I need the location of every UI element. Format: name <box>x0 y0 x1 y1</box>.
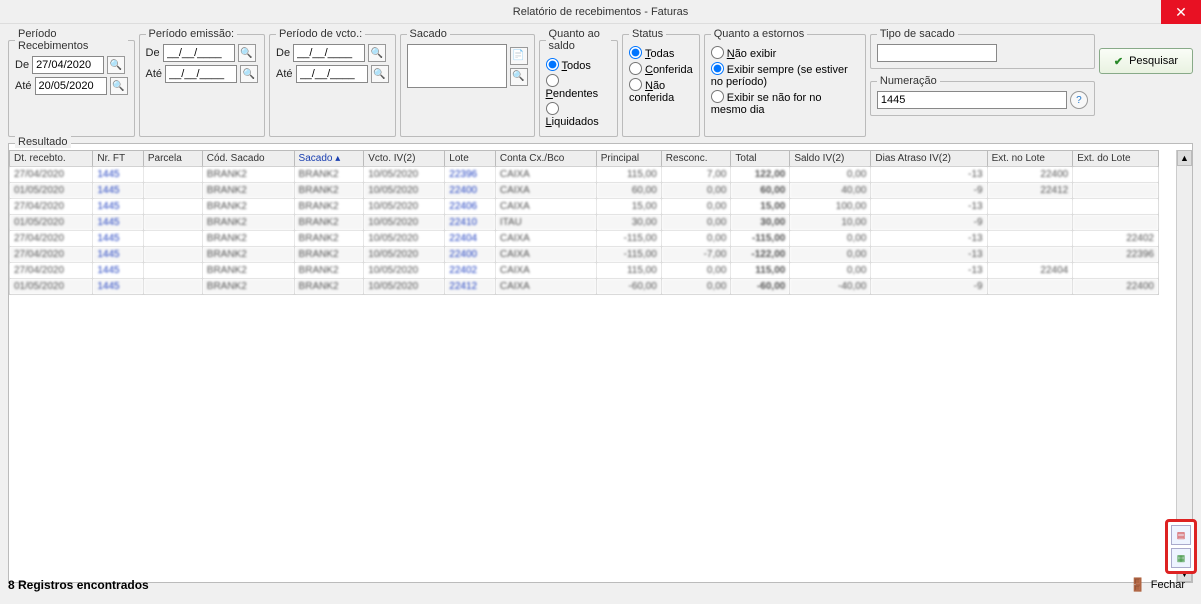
lookup-icon[interactable]: 🔍 <box>368 44 386 62</box>
table-row[interactable]: 27/04/20201445BRANK2BRANK210/05/20202240… <box>10 231 1159 247</box>
fieldset-sacado: Sacado 📄 🔍 <box>400 28 535 137</box>
col-header[interactable]: Nr. FT <box>93 151 144 167</box>
col-header[interactable]: Cód. Sacado <box>202 151 294 167</box>
radio-estorno-exibir-sempre[interactable]: Exibir sempre (se estiver no período) <box>711 62 859 88</box>
lookup-icon[interactable]: 🔍 <box>371 65 389 83</box>
col-header[interactable]: Parcela <box>143 151 202 167</box>
table-row[interactable]: 27/04/20201445BRANK2BRANK210/05/20202240… <box>10 199 1159 215</box>
col-header[interactable]: Ext. no Lote <box>987 151 1073 167</box>
input-vcto-ate[interactable] <box>296 65 368 83</box>
window-close-button[interactable]: ✕ <box>1161 0 1201 24</box>
legend-periodo-receb: Período Recebimentos <box>15 28 128 52</box>
vertical-scrollbar[interactable]: ▲ ▼ <box>1176 150 1192 582</box>
col-header[interactable]: Principal <box>596 151 661 167</box>
legend-periodo-vcto: Período de vcto.: <box>276 28 365 40</box>
radio-saldo-todos[interactable]: Todos <box>546 58 611 72</box>
fieldset-periodo-emissao: Período emissão: De 🔍 Até 🔍 <box>139 28 266 137</box>
door-icon: 🚪 <box>1130 577 1146 593</box>
radio-estorno-exibir-se-nao[interactable]: Exibir se não for no mesmo dia <box>711 90 859 116</box>
col-header[interactable]: Dt. recebto. <box>10 151 93 167</box>
input-receb-de[interactable] <box>32 56 104 74</box>
col-header[interactable]: Saldo IV(2) <box>790 151 871 167</box>
export-callout: ▤ ▦ <box>1165 519 1197 574</box>
lookup-icon[interactable]: 🔍 <box>240 65 258 83</box>
fieldset-periodo-vcto: Período de vcto.: De 🔍 Até 🔍 <box>269 28 396 137</box>
fieldset-numeracao: Numeração ? <box>870 75 1095 116</box>
radio-saldo-pendentes[interactable]: Pendentes <box>546 74 611 100</box>
help-icon[interactable]: ? <box>1070 91 1088 109</box>
input-tipo-sacado[interactable] <box>877 44 997 62</box>
table-row[interactable]: 27/04/20201445BRANK2BRANK210/05/20202240… <box>10 263 1159 279</box>
input-numeracao[interactable] <box>877 91 1067 109</box>
result-grid[interactable]: Dt. recebto.Nr. FTParcelaCód. SacadoSaca… <box>9 150 1159 295</box>
check-icon: ✔ <box>1114 55 1123 68</box>
scroll-up-icon[interactable]: ▲ <box>1177 150 1192 166</box>
table-row[interactable]: 27/04/20201445BRANK2BRANK210/05/20202240… <box>10 247 1159 263</box>
col-header[interactable]: Conta Cx./Bco <box>495 151 596 167</box>
fieldset-estornos: Quanto a estornos Não exibir Exibir semp… <box>704 28 866 137</box>
fieldset-periodo-recebimentos: Período Recebimentos De 🔍 Até 🔍 <box>8 28 135 137</box>
col-header[interactable]: Vcto. IV(2) <box>364 151 445 167</box>
legend-sacado: Sacado <box>407 28 450 40</box>
export-excel-button[interactable]: ▦ <box>1171 548 1191 568</box>
export-pdf-button[interactable]: ▤ <box>1171 525 1191 545</box>
radio-status-conferida[interactable]: Conferida <box>629 62 693 76</box>
table-row[interactable]: 01/05/20201445BRANK2BRANK210/05/20202241… <box>10 279 1159 295</box>
input-vcto-de[interactable] <box>293 44 365 62</box>
table-row[interactable]: 01/05/20201445BRANK2BRANK210/05/20202241… <box>10 215 1159 231</box>
record-count: 8 Registros encontrados <box>8 578 149 592</box>
window-title: Relatório de recebimentos - Faturas <box>513 0 688 24</box>
input-sacado[interactable] <box>407 44 507 88</box>
pesquisar-button[interactable]: ✔ Pesquisar <box>1099 48 1193 74</box>
lookup-icon[interactable]: 🔍 <box>238 44 256 62</box>
fechar-button[interactable]: 🚪 Fechar <box>1122 574 1193 596</box>
table-row[interactable]: 27/04/20201445BRANK2BRANK210/05/20202239… <box>10 167 1159 183</box>
result-legend: Resultado <box>15 136 71 148</box>
sacado-add-icon[interactable]: 📄 <box>510 47 528 65</box>
fieldset-saldo: Quanto ao saldo Todos Pendentes Liquidad… <box>539 28 618 137</box>
radio-estorno-nao-exibir[interactable]: Não exibir <box>711 46 859 60</box>
legend-periodo-emissao: Período emissão: <box>146 28 238 40</box>
sacado-lookup-icon[interactable]: 🔍 <box>510 68 528 86</box>
label-ate: Até <box>15 80 32 92</box>
col-header[interactable]: Resconc. <box>661 151 731 167</box>
input-emissao-de[interactable] <box>163 44 235 62</box>
radio-saldo-liquidados[interactable]: Liquidados <box>546 102 611 128</box>
table-row[interactable]: 01/05/20201445BRANK2BRANK210/05/20202240… <box>10 183 1159 199</box>
col-header[interactable]: Ext. do Lote <box>1073 151 1159 167</box>
radio-status-todas[interactable]: Todas <box>629 46 693 60</box>
col-header[interactable]: Total <box>731 151 790 167</box>
col-header[interactable]: Sacado ▴ <box>294 151 364 167</box>
lookup-icon[interactable]: 🔍 <box>110 77 128 95</box>
fieldset-status: Status Todas Conferida Não conferida <box>622 28 700 137</box>
input-receb-ate[interactable] <box>35 77 107 95</box>
col-header[interactable]: Dias Atraso IV(2) <box>871 151 987 167</box>
input-emissao-ate[interactable] <box>165 65 237 83</box>
label-de: De <box>15 59 29 71</box>
col-header[interactable]: Lote <box>445 151 496 167</box>
fieldset-tipo-sacado: Tipo de sacado <box>870 28 1095 69</box>
radio-status-nao-conferida[interactable]: Não conferida <box>629 78 693 104</box>
lookup-icon[interactable]: 🔍 <box>107 56 125 74</box>
